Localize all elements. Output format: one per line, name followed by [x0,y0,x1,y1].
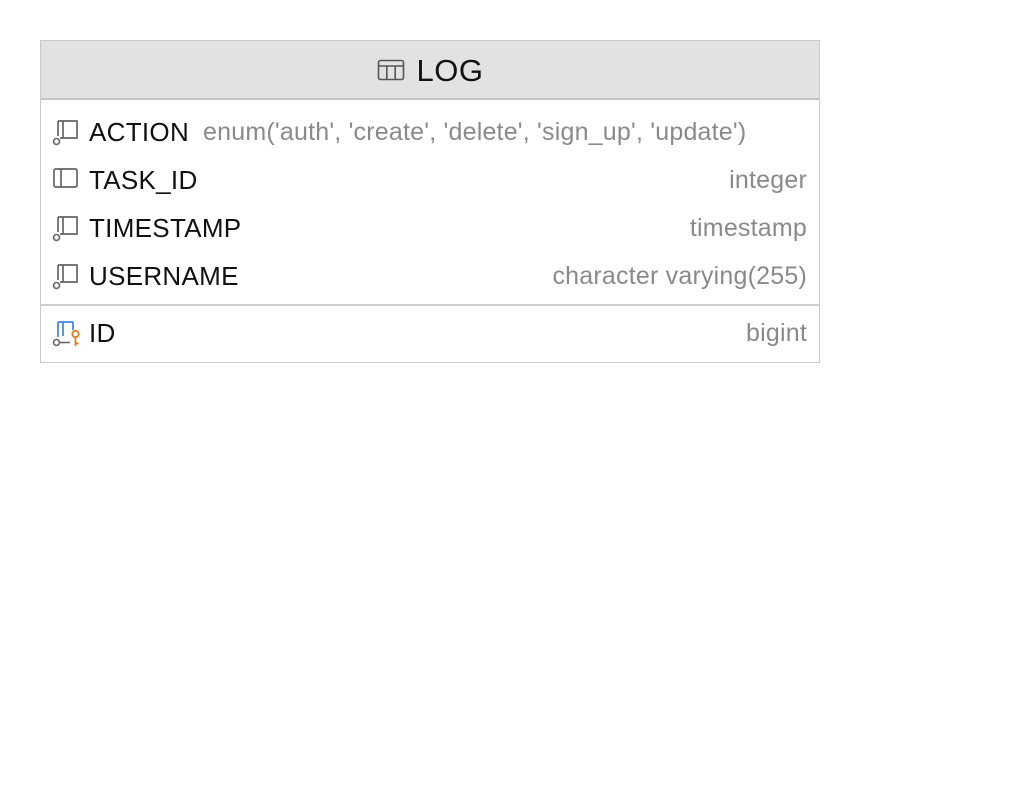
nullable-column-icon [51,261,81,291]
column-type: enum('auth', 'create', 'delete', 'sign_u… [203,117,747,146]
nullable-column-icon [51,213,81,243]
column-name: TASK_ID [89,164,198,195]
column-row-timestamp[interactable]: TIMESTAMP timestamp [41,204,819,252]
column-name: USERNAME [89,260,239,291]
column-name: TIMESTAMP [89,212,242,243]
table-icon [377,58,405,82]
column-row-id[interactable]: ID bigint [41,310,819,356]
entity-title: LOG [416,52,484,88]
column-type: timestamp [689,213,807,242]
nullable-column-icon [51,117,81,147]
column-name: ACTION [89,116,190,147]
columns-section: ACTION enum('auth', 'create', 'delete', … [41,100,819,304]
keys-section: ID bigint [41,304,819,362]
column-type: bigint [746,318,807,347]
entity-log[interactable]: LOG ACTION enum('auth', 'create', 'delet… [40,40,820,363]
primary-key-column-icon [51,318,81,348]
column-row-username[interactable]: USERNAME character varying(255) [41,252,819,300]
column-row-action[interactable]: ACTION enum('auth', 'create', 'delete', … [41,108,819,156]
column-type: integer [729,165,807,194]
entity-header[interactable]: LOG [41,41,819,100]
column-type: character varying(255) [552,261,807,290]
column-name: ID [89,317,116,348]
column-row-task-id[interactable]: TASK_ID integer [41,156,819,204]
column-icon [51,165,81,195]
